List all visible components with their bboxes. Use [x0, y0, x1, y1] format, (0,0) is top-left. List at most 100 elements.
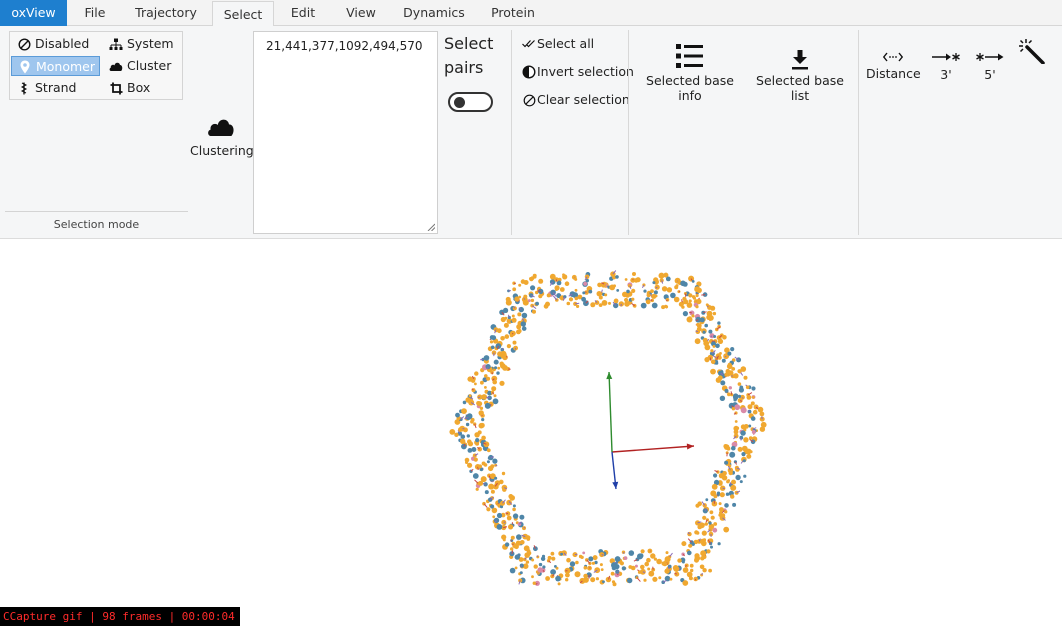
nucleotide	[740, 480, 743, 483]
mode-cluster[interactable]: Cluster	[103, 56, 181, 76]
nucleotide	[647, 568, 650, 571]
nucleotide	[723, 527, 729, 533]
nucleotide	[746, 449, 752, 455]
nucleotide	[715, 362, 718, 365]
clustering-button[interactable]: Clustering	[190, 111, 252, 158]
mode-box[interactable]: Box	[103, 78, 181, 98]
nucleotide	[733, 398, 736, 401]
nucleotide	[738, 382, 742, 386]
nucleotide	[700, 317, 705, 322]
nucleotide	[494, 394, 497, 397]
nucleotide	[465, 397, 470, 402]
capture-status: CCapture gif | 98 frames | 00:00:04	[0, 607, 240, 626]
base-pair	[585, 292, 586, 293]
nucleotide	[687, 572, 693, 578]
nucleotide	[505, 542, 509, 546]
distance-button[interactable]: Distance	[866, 40, 920, 81]
mode-box-label: Box	[127, 80, 150, 95]
nucleotide	[743, 437, 748, 442]
base-pair	[743, 397, 744, 398]
base-pair	[725, 356, 726, 357]
mode-disabled[interactable]: Disabled	[11, 34, 99, 54]
nucleotide	[517, 312, 521, 316]
nucleotide	[526, 560, 529, 563]
nucleotide	[710, 349, 713, 352]
nucleotide	[590, 302, 595, 307]
nucleotide	[541, 557, 545, 561]
nucleotide	[635, 565, 638, 568]
nucleotide	[704, 357, 709, 362]
nucleotide	[648, 571, 654, 577]
nucleotide	[555, 576, 561, 582]
base-pair	[524, 527, 525, 528]
nucleotide	[601, 568, 604, 571]
nucleotide	[542, 565, 545, 568]
tab-file[interactable]: File	[75, 0, 115, 26]
nucleotide	[504, 323, 509, 328]
resize-handle-icon[interactable]	[427, 223, 435, 231]
extend-3-icon	[928, 40, 964, 62]
nucleotide	[719, 511, 722, 514]
nucleotide	[593, 555, 598, 560]
nucleotide	[712, 484, 718, 490]
nucleotide	[465, 461, 468, 464]
nucleotide	[545, 576, 550, 581]
mode-disabled-label: Disabled	[35, 36, 89, 51]
mode-system[interactable]: System	[103, 34, 181, 54]
base-pair	[475, 480, 479, 483]
tab-protein[interactable]: Protein	[484, 0, 542, 26]
nucleotide	[503, 308, 508, 313]
clear-selection-button[interactable]: Clear selection	[522, 91, 630, 109]
tab-select[interactable]: Select	[212, 1, 274, 27]
mode-monomer[interactable]: Monomer	[11, 56, 100, 76]
tab-trajectory[interactable]: Trajectory	[128, 0, 204, 26]
nucleotide	[731, 367, 735, 371]
extend-5-button[interactable]: 5'	[972, 40, 1008, 82]
tab-view[interactable]: View	[338, 0, 384, 26]
nucleotide	[539, 563, 542, 566]
clustering-label: Clustering	[190, 143, 252, 158]
nucleotide	[531, 575, 534, 578]
nucleotide	[710, 546, 713, 549]
selected-base-info-button[interactable]: Selected base info	[636, 40, 744, 103]
invert-selection-button[interactable]: Invert selection	[522, 63, 634, 81]
nucleotide	[496, 371, 499, 374]
tab-oxview[interactable]: oxView	[0, 0, 67, 26]
nucleotide	[575, 561, 579, 565]
nucleotide	[620, 561, 624, 565]
tab-dynamics[interactable]: Dynamics	[398, 0, 470, 26]
nucleotide	[687, 317, 693, 323]
invert-icon	[522, 65, 536, 79]
nucleotide	[682, 580, 688, 586]
nucleotide	[674, 285, 678, 289]
selection-mode-divider	[5, 211, 188, 212]
nucleotide	[705, 498, 708, 501]
tab-edit[interactable]: Edit	[283, 0, 323, 26]
mode-strand[interactable]: Strand	[11, 78, 99, 98]
nucleotide	[664, 568, 669, 573]
divider-3	[858, 30, 859, 235]
nucleotide	[513, 504, 516, 507]
nucleotide	[753, 410, 758, 415]
selected-base-list-button[interactable]: Selected base list	[749, 40, 851, 103]
select-all-button[interactable]: Select all	[522, 35, 594, 53]
magic-wand-button[interactable]	[1016, 40, 1048, 64]
x-axis-arrowhead	[687, 444, 694, 450]
nucleotide	[488, 484, 494, 490]
distance-label: Distance	[866, 66, 920, 81]
nucleotide	[720, 492, 725, 497]
select-pairs-toggle[interactable]	[448, 92, 493, 112]
extend-3-button[interactable]: 3'	[928, 40, 964, 82]
selected-ids-textarea[interactable]: 21,441,377,1092,494,570	[253, 31, 438, 234]
3d-viewport[interactable]	[0, 239, 1062, 626]
nucleotide	[748, 404, 753, 409]
selection-mode-label: Selection mode	[5, 218, 188, 231]
nucleotide	[502, 472, 505, 475]
nucleotide	[588, 556, 593, 561]
nucleotide	[654, 290, 658, 294]
nucleotide	[504, 317, 507, 320]
nucleotide	[501, 520, 506, 525]
nucleotide	[505, 334, 510, 339]
base-pair	[624, 552, 625, 554]
nucleotide	[710, 490, 716, 496]
